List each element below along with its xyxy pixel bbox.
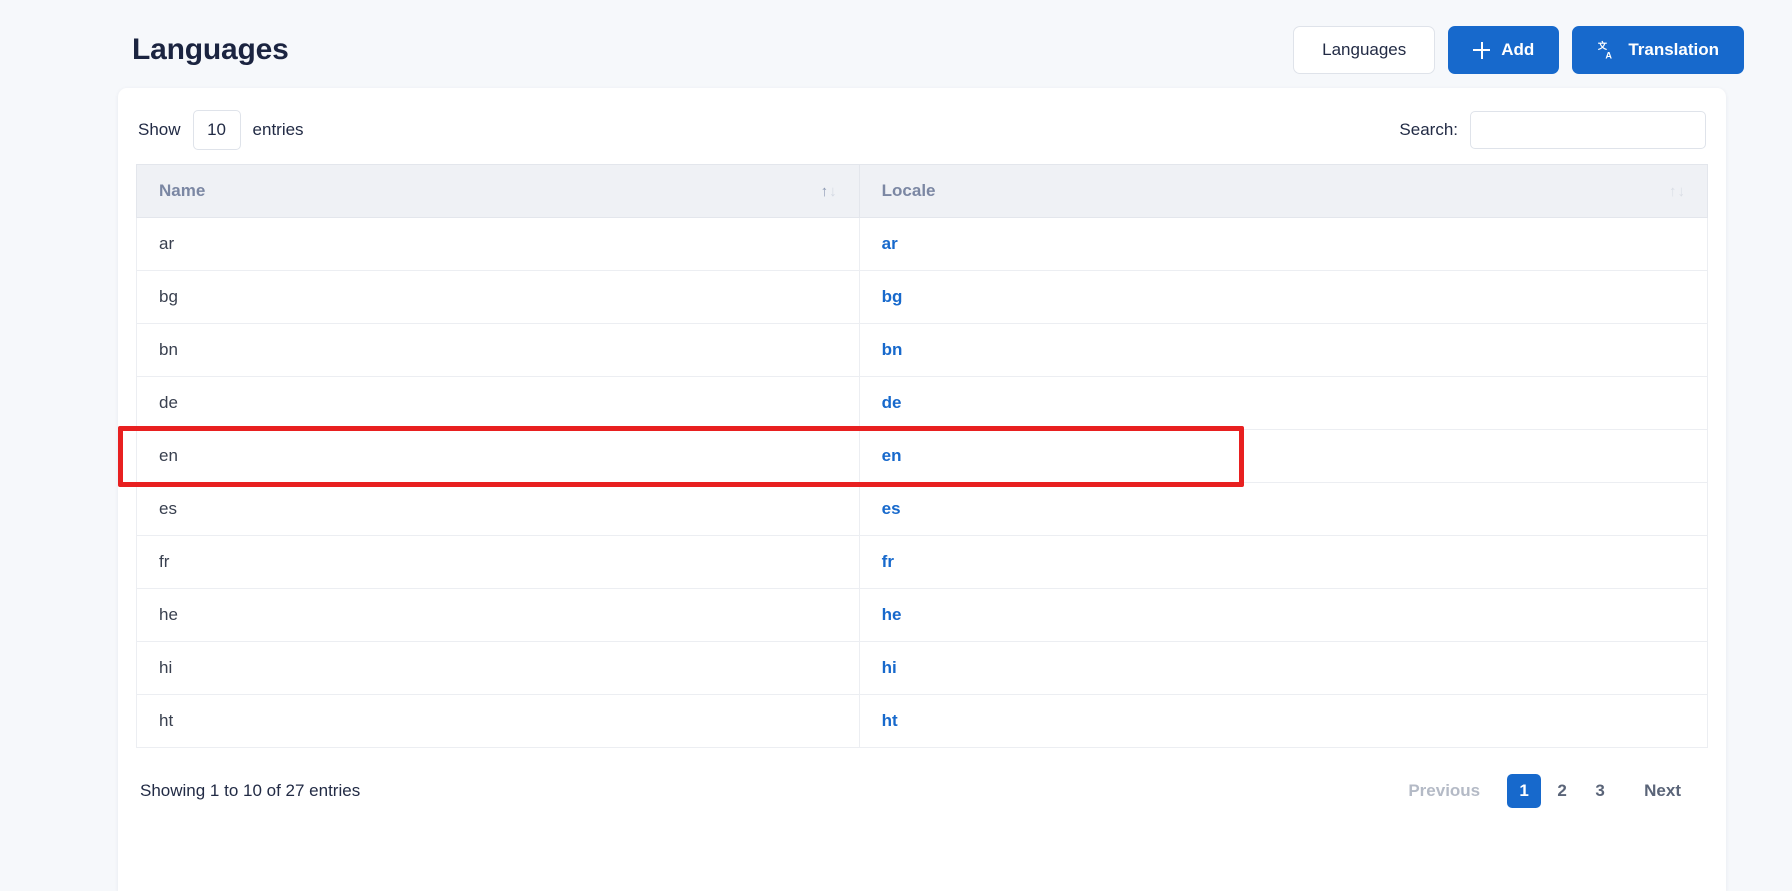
cell-locale: hi — [859, 642, 1707, 695]
languages-card: Show entries Search: Name — [118, 88, 1726, 891]
cell-locale: fr — [859, 536, 1707, 589]
sort-descending-icon: ↓ — [1678, 184, 1686, 199]
header-actions: Languages Add 文 A Translation — [1293, 26, 1744, 74]
pagination-button-1[interactable]: 1 — [1507, 774, 1541, 808]
entries-label: entries — [253, 120, 304, 140]
table-row[interactable]: ar ar — [137, 218, 1708, 271]
column-header-name[interactable]: Name ↑↓ — [137, 165, 860, 218]
column-header-locale[interactable]: Locale ↑↓ — [859, 165, 1707, 218]
sort-ascending-icon: ↑ — [1669, 184, 1677, 199]
page-header: Languages Languages Add 文 A Translation — [0, 0, 1792, 82]
add-button-label: Add — [1501, 40, 1534, 60]
cell-name: hi — [137, 642, 860, 695]
locale-link[interactable]: fr — [882, 552, 894, 571]
table-footer: Showing 1 to 10 of 27 entries Previous 12… — [136, 748, 1708, 828]
table-row[interactable]: ht ht — [137, 695, 1708, 748]
column-header-locale-label: Locale — [882, 181, 936, 201]
languages-button-label: Languages — [1322, 40, 1406, 60]
locale-link[interactable]: ht — [882, 711, 898, 730]
sort-icon-locale[interactable]: ↑↓ — [1669, 184, 1685, 199]
cell-name: es — [137, 483, 860, 536]
sort-descending-icon: ↓ — [829, 184, 837, 199]
locale-link[interactable]: bn — [882, 340, 903, 359]
cell-name: ht — [137, 695, 860, 748]
table-row[interactable]: he he — [137, 589, 1708, 642]
table-header-row: Name ↑↓ Locale ↑↓ — [137, 165, 1708, 218]
sort-icon-name[interactable]: ↑↓ — [821, 184, 837, 199]
add-button[interactable]: Add — [1448, 26, 1559, 74]
table-body: ararbgbgbnbndedeenenesesfrfrhehehihihtht — [137, 218, 1708, 748]
locale-link[interactable]: en — [882, 446, 902, 465]
cell-locale: bg — [859, 271, 1707, 324]
table-row[interactable]: fr fr — [137, 536, 1708, 589]
page-length-input[interactable] — [193, 110, 241, 150]
locale-link[interactable]: hi — [882, 658, 897, 677]
cell-name: bn — [137, 324, 860, 377]
page-length-control: Show entries — [138, 110, 304, 150]
locale-link[interactable]: he — [882, 605, 902, 624]
translation-button-label: Translation — [1628, 40, 1719, 60]
table-row[interactable]: de de — [137, 377, 1708, 430]
locale-link[interactable]: bg — [882, 287, 903, 306]
page-title: Languages — [132, 33, 289, 67]
svg-text:A: A — [1606, 50, 1613, 60]
cell-locale: ar — [859, 218, 1707, 271]
languages-page: Languages Languages Add 文 A Translation — [0, 0, 1792, 891]
cell-locale: de — [859, 377, 1707, 430]
table-row[interactable]: hi hi — [137, 642, 1708, 695]
cell-name: ar — [137, 218, 860, 271]
cell-locale: ht — [859, 695, 1707, 748]
cell-locale: es — [859, 483, 1707, 536]
languages-table: Name ↑↓ Locale ↑↓ — [136, 164, 1708, 748]
translate-icon: 文 A — [1597, 40, 1617, 60]
search-label: Search: — [1399, 120, 1458, 140]
table-row[interactable]: en en — [137, 430, 1708, 483]
cell-locale: he — [859, 589, 1707, 642]
translation-button[interactable]: 文 A Translation — [1572, 26, 1744, 74]
column-header-name-label: Name — [159, 181, 205, 201]
search-input[interactable] — [1470, 111, 1706, 149]
pagination-button-2[interactable]: 2 — [1545, 774, 1579, 808]
languages-button[interactable]: Languages — [1293, 26, 1435, 74]
pagination: Previous 123 Next — [1385, 774, 1704, 808]
cell-name: bg — [137, 271, 860, 324]
cell-locale: en — [859, 430, 1707, 483]
locale-link[interactable]: es — [882, 499, 901, 518]
pagination-button-3[interactable]: 3 — [1583, 774, 1617, 808]
table-row[interactable]: es es — [137, 483, 1708, 536]
locale-link[interactable]: ar — [882, 234, 898, 253]
search-control: Search: — [1399, 111, 1706, 149]
sort-ascending-icon: ↑ — [821, 184, 829, 199]
pagination-button-previous: Previous — [1397, 774, 1491, 808]
table-row[interactable]: bn bn — [137, 324, 1708, 377]
cell-locale: bn — [859, 324, 1707, 377]
table-head: Name ↑↓ Locale ↑↓ — [137, 165, 1708, 218]
cell-name: de — [137, 377, 860, 430]
show-label: Show — [138, 120, 181, 140]
cell-name: fr — [137, 536, 860, 589]
pagination-button-next[interactable]: Next — [1633, 774, 1692, 808]
table-row[interactable]: bg bg — [137, 271, 1708, 324]
table-controls: Show entries Search: — [136, 88, 1708, 164]
cell-name: en — [137, 430, 860, 483]
locale-link[interactable]: de — [882, 393, 902, 412]
plus-icon — [1473, 42, 1490, 59]
cell-name: he — [137, 589, 860, 642]
table-info: Showing 1 to 10 of 27 entries — [140, 781, 360, 801]
